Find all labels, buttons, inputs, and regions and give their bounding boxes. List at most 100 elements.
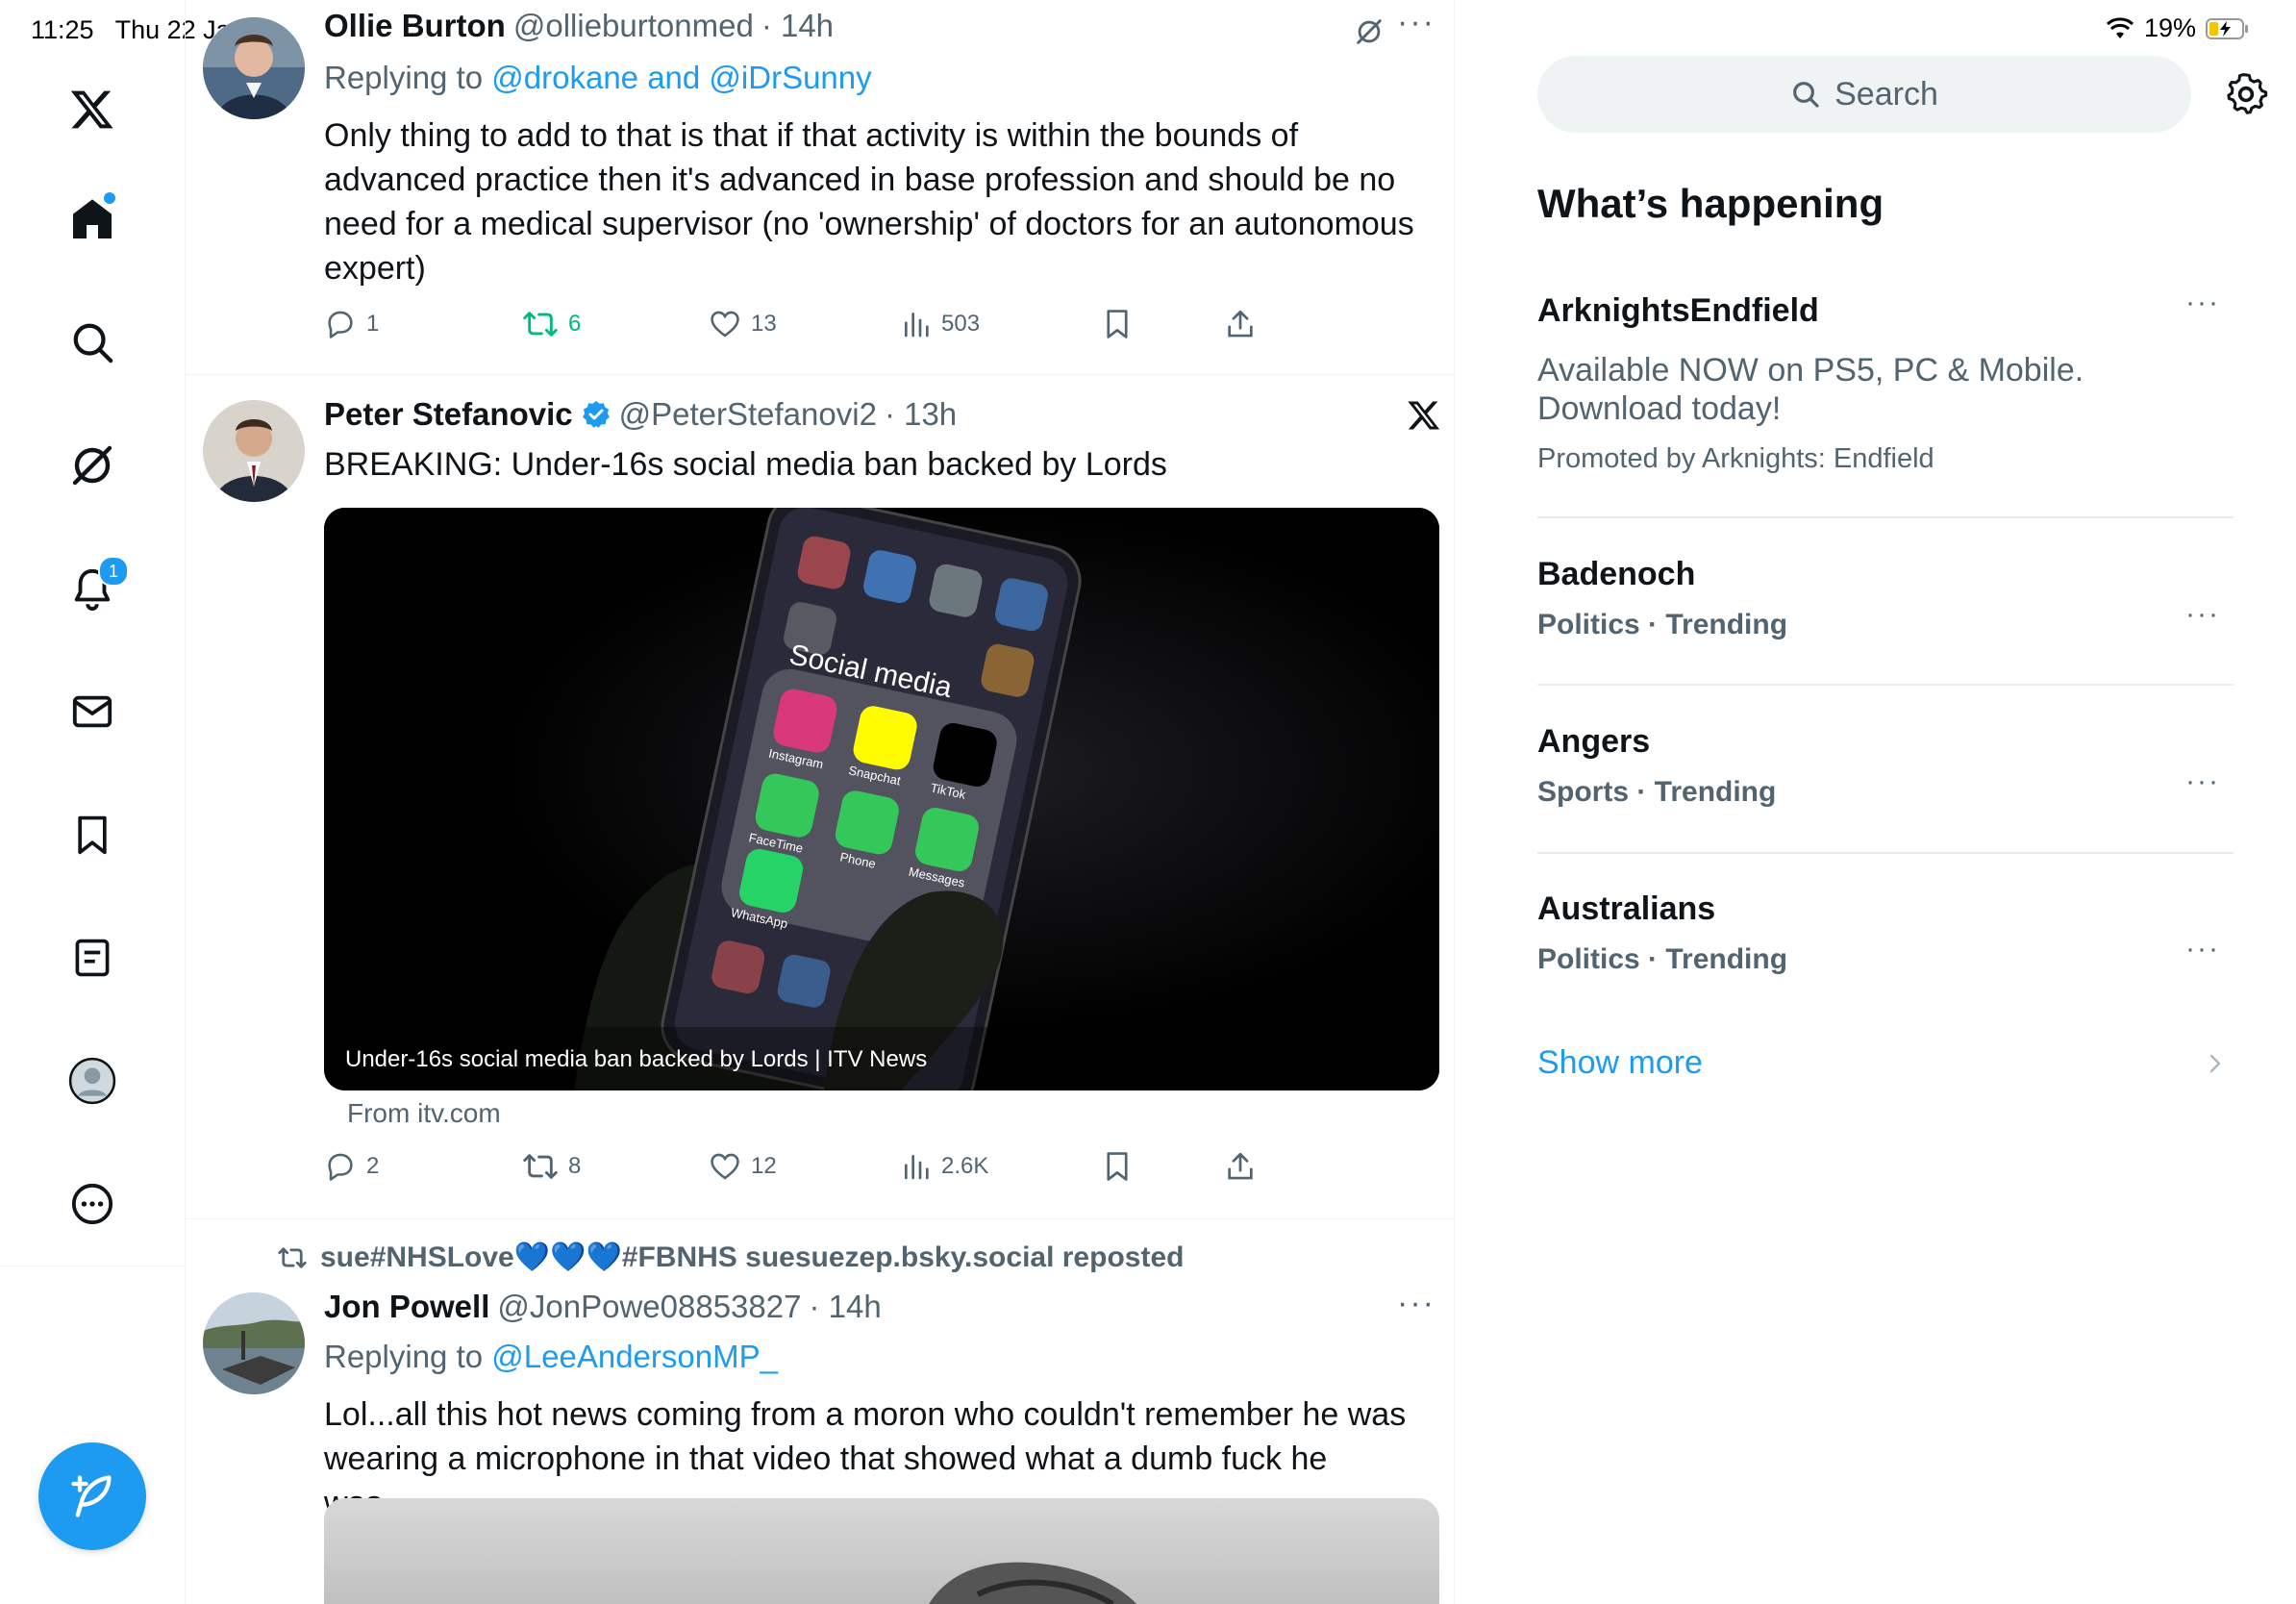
post-jon-powell[interactable]: sue#NHSLove💙💙💙#FBNHS suesuezep.bsky.soci… xyxy=(186,1219,1455,1604)
grok-icon[interactable] xyxy=(1353,15,1385,48)
like-button[interactable]: 12 xyxy=(709,1150,777,1183)
post-image[interactable] xyxy=(324,1498,1439,1604)
heart-icon xyxy=(711,1153,739,1180)
home-unread-dot xyxy=(102,190,117,206)
post-text: BREAKING: Under-16s social media ban bac… xyxy=(324,446,1167,483)
x-logo-icon xyxy=(1407,398,1441,433)
author-name[interactable]: Jon Powell xyxy=(324,1289,489,1325)
avatar[interactable] xyxy=(203,400,305,502)
trend-meta: Politics · Trending xyxy=(1537,609,1788,640)
replying-to: Replying to @drokane and @iDrSunny xyxy=(324,60,872,96)
repost-count: 6 xyxy=(568,311,582,337)
post-header: Peter Stefanovic @PeterStefanovi2 · 13h xyxy=(324,396,957,433)
search-bar[interactable]: Search xyxy=(1537,56,2191,133)
more-options-icon[interactable]: ··· xyxy=(2185,598,2220,631)
trend-divider xyxy=(1537,852,2234,854)
reply-count: 2 xyxy=(366,1153,380,1179)
post-time[interactable]: · 14h xyxy=(761,8,834,44)
repost-icon xyxy=(523,1154,558,1179)
social-media-phone-image: Instagram Snapchat TikTok FaceTime Phone… xyxy=(324,508,1439,1090)
more-icon[interactable] xyxy=(62,1173,123,1235)
trend-item-badenoch[interactable]: Badenoch Politics · Trending ··· xyxy=(1537,556,2234,641)
more-options-icon[interactable]: ··· xyxy=(1397,4,1435,41)
reply-icon xyxy=(328,311,353,338)
left-nav: 1 xyxy=(0,0,185,1604)
views-icon xyxy=(905,1155,929,1180)
post-ollie-burton[interactable]: Ollie Burton @ollieburtonmed · 14h ··· R… xyxy=(186,0,1455,375)
views-button[interactable]: 2.6K xyxy=(901,1150,988,1183)
like-count: 12 xyxy=(751,1153,777,1179)
share-icon xyxy=(1228,1152,1253,1180)
trend-item-angers[interactable]: Angers Sports · Trending ··· xyxy=(1537,723,2234,809)
author-name[interactable]: Ollie Burton xyxy=(324,8,506,44)
like-button[interactable]: 13 xyxy=(709,308,777,340)
avatar[interactable] xyxy=(203,1292,305,1394)
bookmarks-icon[interactable] xyxy=(62,804,123,865)
author-name[interactable]: Peter Stefanovic xyxy=(324,396,573,433)
more-options-icon[interactable]: ··· xyxy=(2185,287,2220,319)
reply-button[interactable]: 2 xyxy=(324,1150,379,1183)
author-handle[interactable]: @JonPowe08853827 xyxy=(497,1289,801,1325)
reply-mentions[interactable]: @drokane and @iDrSunny xyxy=(491,60,871,95)
grok-icon[interactable] xyxy=(62,435,123,496)
repost-button[interactable]: 6 xyxy=(522,308,581,340)
repost-button[interactable]: 8 xyxy=(522,1150,581,1183)
views-icon xyxy=(905,313,929,338)
more-options-icon[interactable]: ··· xyxy=(2185,765,2220,798)
post-header: Jon Powell @JonPowe08853827 · 14h xyxy=(324,1289,882,1325)
x-logo-icon[interactable] xyxy=(62,79,123,140)
notifications-badge: 1 xyxy=(98,556,129,587)
avatar[interactable] xyxy=(203,17,305,119)
status-indicators: 19% xyxy=(2106,13,2250,43)
search-placeholder: Search xyxy=(1834,75,1938,113)
views-button[interactable]: 503 xyxy=(901,308,980,340)
chevron-right-icon[interactable] xyxy=(2206,1052,2225,1075)
share-button[interactable] xyxy=(1224,308,1257,340)
post-header: Ollie Burton @ollieburtonmed · 14h xyxy=(324,8,834,44)
verified-badge-icon xyxy=(581,399,611,430)
bookmark-icon xyxy=(1107,310,1128,338)
reply-icon xyxy=(328,1153,353,1181)
post-time[interactable]: · 13h xyxy=(885,396,957,433)
link-card-caption: Under-16s social media ban backed by Lor… xyxy=(345,1046,928,1072)
home-icon[interactable] xyxy=(62,188,123,250)
notifications-icon[interactable]: 1 xyxy=(62,556,129,619)
profile-icon[interactable] xyxy=(62,1050,123,1112)
trend-item-australians[interactable]: Australians Politics · Trending ··· xyxy=(1537,890,2234,976)
messages-icon[interactable] xyxy=(62,681,123,742)
share-icon xyxy=(1228,310,1253,338)
bookmark-button[interactable] xyxy=(1101,1150,1134,1183)
feed-border xyxy=(1454,0,1455,1604)
reply-mentions[interactable]: @LeeAndersonMP_ xyxy=(491,1339,778,1374)
share-button[interactable] xyxy=(1224,1150,1257,1183)
search-icon[interactable] xyxy=(62,312,123,373)
wifi-icon xyxy=(2106,16,2134,40)
view-count: 503 xyxy=(941,311,981,337)
post-peter-stefanovic[interactable]: Peter Stefanovic @PeterStefanovi2 · 13h … xyxy=(186,375,1455,1219)
show-more-link[interactable]: Show more xyxy=(1537,1044,1703,1082)
compose-button[interactable] xyxy=(38,1442,146,1550)
trend-title: Angers xyxy=(1537,723,1651,760)
repost-icon xyxy=(278,1244,307,1271)
more-options-icon[interactable]: ··· xyxy=(1397,1285,1435,1322)
trend-title: Australians xyxy=(1537,890,1716,927)
link-source[interactable]: From itv.com xyxy=(347,1098,501,1129)
replying-to: Replying to @LeeAndersonMP_ xyxy=(324,1339,778,1375)
greyscale-photo xyxy=(929,1562,1137,1604)
trend-divider xyxy=(1537,516,2234,518)
trend-title: ArknightsEndfield xyxy=(1537,292,1819,329)
post-actions: 2 8 12 2.6K xyxy=(324,1150,1285,1189)
trend-item-promoted[interactable]: ArknightsEndfield Available NOW on PS5, … xyxy=(1537,287,2234,475)
lists-icon[interactable] xyxy=(62,927,123,989)
reply-button[interactable]: 1 xyxy=(324,308,379,340)
post-time[interactable]: · 14h xyxy=(809,1289,881,1325)
trend-divider xyxy=(1537,684,2234,686)
link-card-image[interactable]: Instagram Snapchat TikTok FaceTime Phone… xyxy=(324,508,1439,1090)
bookmark-button[interactable] xyxy=(1101,308,1134,340)
author-handle[interactable]: @ollieburtonmed xyxy=(513,8,754,44)
more-options-icon[interactable]: ··· xyxy=(2185,933,2220,965)
settings-gear-icon[interactable] xyxy=(2223,71,2269,117)
author-handle[interactable]: @PeterStefanovi2 xyxy=(619,396,877,433)
reposted-by-label[interactable]: sue#NHSLove💙💙💙#FBNHS suesuezep.bsky.soci… xyxy=(320,1241,1184,1274)
post-actions: 1 6 13 503 xyxy=(324,308,1285,346)
